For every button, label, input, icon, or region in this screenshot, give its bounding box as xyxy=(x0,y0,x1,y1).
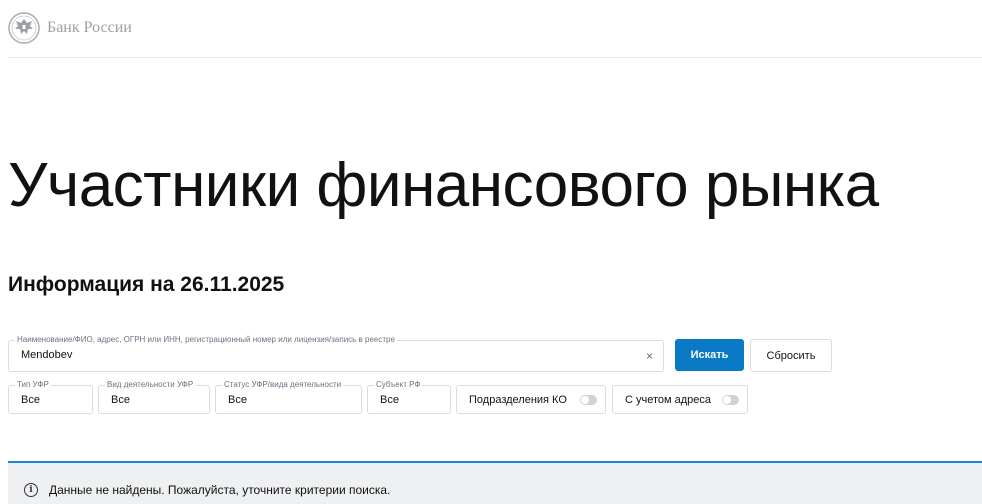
filter-value: Все xyxy=(228,394,247,406)
search-button[interactable]: Искать xyxy=(675,339,744,371)
search-input-value[interactable]: Mendobev xyxy=(21,349,72,361)
filter-value: Все xyxy=(111,394,130,406)
site-header: Банк России xyxy=(0,0,982,58)
toggle-label: Подразделения КО xyxy=(469,394,567,406)
toggle-label: С учетом адреса xyxy=(625,394,712,406)
eagle-emblem-icon[interactable] xyxy=(8,12,40,44)
filter-label: Статус УФР/вида деятельности xyxy=(222,380,344,390)
filter-value: Все xyxy=(380,394,399,406)
page-title: Участники финансового рынка xyxy=(8,151,879,220)
search-input-label: Наименование/ФИО, адрес, ОГРН или ИНН, р… xyxy=(15,335,397,345)
toggle-switch[interactable] xyxy=(722,395,739,405)
toggle-credit-org-divisions[interactable]: Подразделения КО xyxy=(456,385,606,414)
clear-icon[interactable]: × xyxy=(646,350,653,362)
info-date-heading: Информация на 26.11.2025 xyxy=(8,273,285,296)
info-icon: i xyxy=(24,483,38,497)
filter-value: Все xyxy=(21,394,40,406)
toggle-address[interactable]: С учетом адреса xyxy=(612,385,748,414)
filter-status[interactable]: Статус УФР/вида деятельности Все xyxy=(215,380,362,414)
notice-text: Данные не найдены. Пожалуйста, уточните … xyxy=(49,483,391,497)
reset-button[interactable]: Сбросить xyxy=(750,339,832,372)
filter-region[interactable]: Субъект РФ Все xyxy=(367,380,451,414)
toggle-switch[interactable] xyxy=(580,395,597,405)
brand-name[interactable]: Банк России xyxy=(47,19,132,37)
filter-label: Тип УФР xyxy=(15,380,51,390)
filter-label: Вид деятельности УФР xyxy=(105,380,196,390)
filter-label: Субъект РФ xyxy=(374,380,423,390)
filter-activity-type[interactable]: Вид деятельности УФР Все xyxy=(98,380,210,414)
search-input[interactable]: Наименование/ФИО, адрес, ОГРН или ИНН, р… xyxy=(8,335,664,372)
header-divider xyxy=(8,57,982,58)
no-results-notice: i Данные не найдены. Пожалуйста, уточнит… xyxy=(8,461,982,504)
filter-ufr-type[interactable]: Тип УФР Все xyxy=(8,380,93,414)
